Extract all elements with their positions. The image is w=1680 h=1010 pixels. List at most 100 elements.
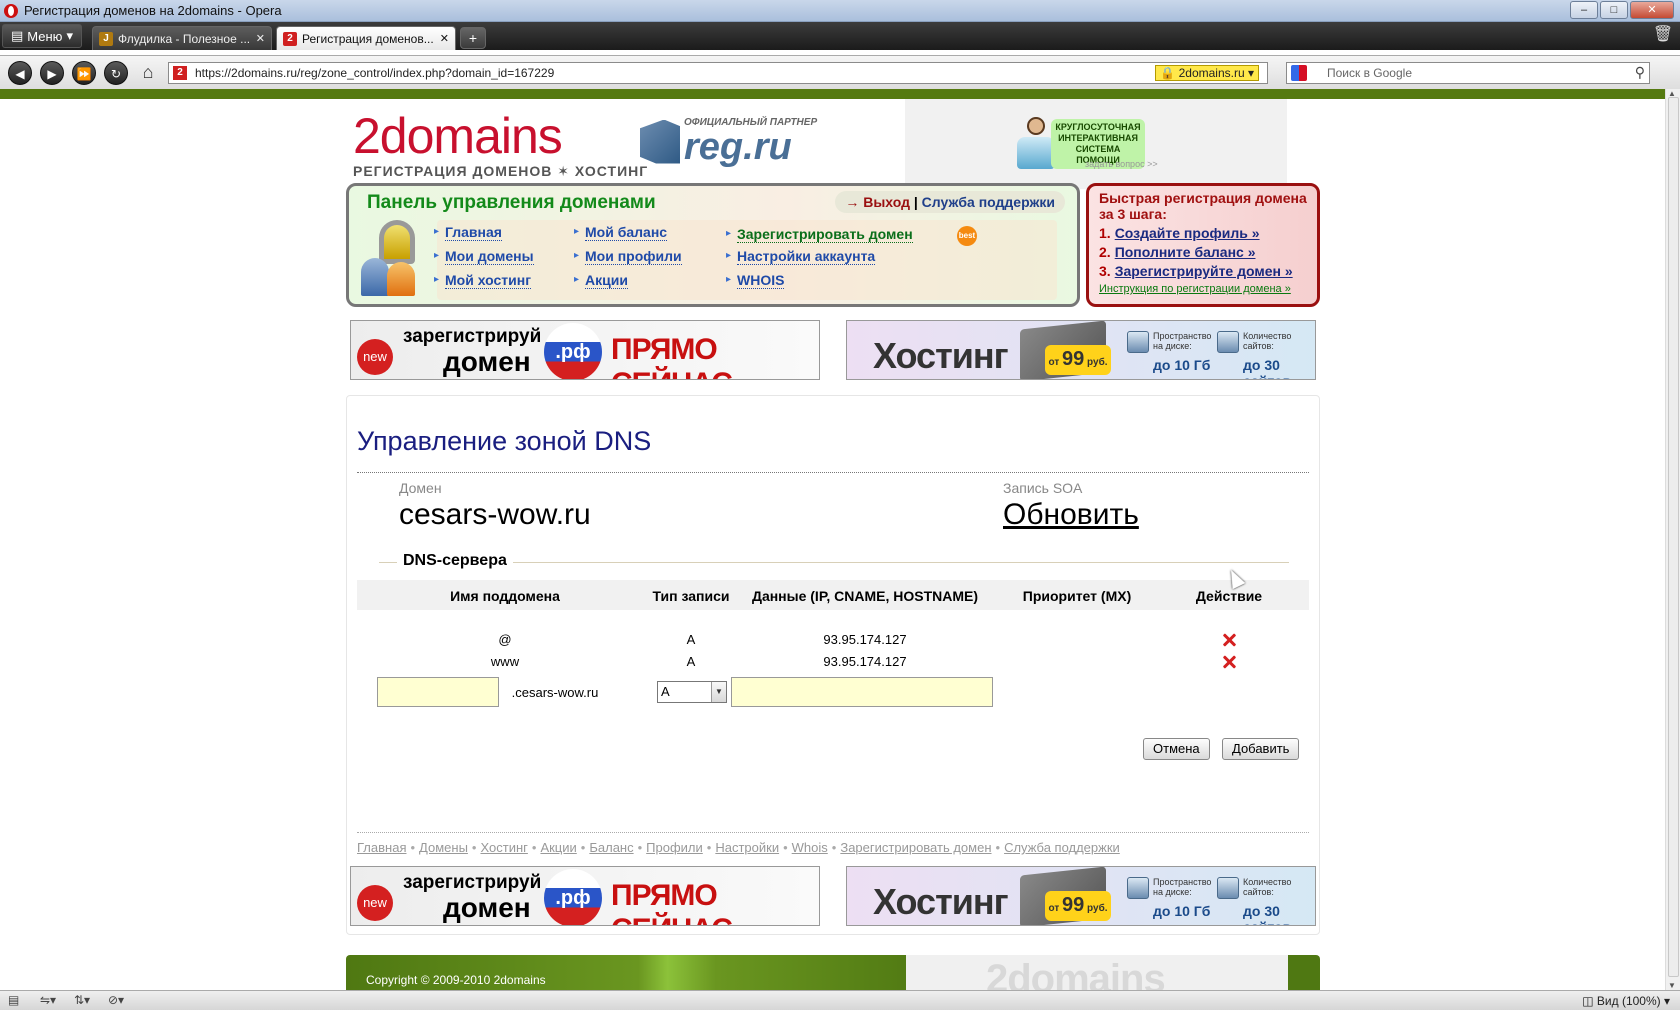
ask-question-link[interactable]: задать вопрос >>	[1085, 159, 1158, 169]
nav-home-link[interactable]: Главная	[434, 224, 502, 241]
trash-icon[interactable]: 🗑	[1652, 24, 1674, 46]
close-window-icon[interactable]: ✕	[1630, 1, 1674, 19]
logo-subtitle: РЕГИСТРАЦИЯ ДОМЕНОВ ✶ ХОСТИНГ	[353, 163, 649, 179]
col-type: Тип записи	[652, 588, 730, 604]
scrollbar-thumb[interactable]	[1668, 97, 1679, 977]
footer-link-balance[interactable]: Баланс	[589, 840, 633, 855]
secure-site-badge[interactable]: 🔒 2domains.ru ▾	[1155, 64, 1259, 81]
document-icon: ▤	[11, 28, 24, 43]
delete-record-icon[interactable]	[1222, 655, 1236, 669]
site-logo[interactable]: 2domains РЕГИСТРАЦИЯ ДОМЕНОВ ✶ ХОСТИНГ	[353, 111, 648, 180]
delete-record-icon[interactable]	[1222, 633, 1236, 647]
step-link[interactable]: Создайте профиль »	[1115, 225, 1260, 241]
step-link[interactable]: Зарегистрируйте домен »	[1115, 263, 1293, 279]
footer-link-whois[interactable]: Whois	[792, 840, 828, 855]
nav-promos-link[interactable]: Акции	[574, 272, 628, 289]
forward-icon[interactable]: ▶	[40, 60, 64, 85]
nav-hosting-link[interactable]: Мой хостинг	[434, 272, 532, 289]
quick-step-3[interactable]: 3. Зарегистрируйте домен »	[1099, 263, 1307, 279]
hosting-banner-bottom[interactable]: Хостинг от 99 руб. мес. Пространство на …	[846, 866, 1316, 926]
hosting-banner[interactable]: Хостинг от 99 руб. мес. Пространство на …	[846, 320, 1316, 380]
sites-icon	[1217, 877, 1239, 899]
cancel-button[interactable]: Отмена	[1143, 738, 1210, 760]
panel-toggle-icon[interactable]: ▤	[8, 993, 19, 1007]
search-input[interactable]: Поиск в Google ⚲	[1286, 61, 1650, 84]
footer-divider	[357, 832, 1309, 833]
close-tab-icon[interactable]: ✕	[440, 32, 449, 45]
window-titlebar: Регистрация доменов на 2domains - Opera …	[0, 0, 1680, 22]
footer-link-support[interactable]: Служба поддержки	[1004, 840, 1120, 855]
step-number: 2.	[1099, 244, 1111, 260]
footer-link-promos[interactable]: Акции	[540, 840, 576, 855]
domain-value: cesars-wow.ru	[399, 498, 591, 531]
sites-label: Количество сайтов:	[1243, 331, 1292, 351]
home-icon[interactable]: ⌂	[136, 61, 160, 85]
tab-label: Регистрация доменов...	[301, 31, 434, 46]
quick-step-2[interactable]: 2. Пополните баланс »	[1099, 244, 1307, 260]
disk-label: Пространство на диске:	[1153, 877, 1212, 897]
close-tab-icon[interactable]: ✕	[256, 32, 265, 45]
tab-2domains[interactable]: 2 Регистрация доменов... ✕	[275, 26, 456, 50]
footer-logo-watermark: 2domains	[986, 957, 1166, 990]
support-agent-icon[interactable]	[1017, 117, 1055, 169]
turbo-icon[interactable]: ⇋▾	[40, 993, 56, 1007]
back-icon[interactable]: ◀	[8, 60, 32, 85]
record-subdomain: @	[498, 632, 512, 647]
footer-link-settings[interactable]: Настройки	[715, 840, 779, 855]
nav-balance-link[interactable]: Мой баланс	[574, 224, 668, 241]
zoom-control[interactable]: ◫ Вид (100%) ▾	[1582, 994, 1670, 1008]
support-link[interactable]: Служба поддержки	[922, 194, 1055, 210]
maximize-icon[interactable]: □	[1600, 1, 1628, 19]
new-data-input[interactable]	[731, 677, 993, 707]
soa-refresh-link[interactable]: Обновить	[1003, 498, 1139, 532]
nav-profiles-link[interactable]: Мои профили	[574, 248, 682, 265]
col-data: Данные (IP, CNAME, HOSTNAME)	[751, 588, 979, 604]
footer-link-hosting[interactable]: Хостинг	[480, 840, 527, 855]
footer-link-home[interactable]: Главная	[357, 840, 406, 855]
step-link[interactable]: Пополните баланс »	[1115, 244, 1256, 260]
nav-account-link[interactable]: Настройки аккаунта	[726, 248, 876, 265]
record-type-select[interactable]: A ▼	[657, 681, 727, 703]
search-icon[interactable]: ⚲	[1635, 64, 1645, 81]
reload-icon[interactable]: ↻	[104, 60, 128, 85]
fast-forward-icon[interactable]: ⏩	[72, 60, 96, 85]
google-icon[interactable]	[1291, 64, 1307, 81]
add-button[interactable]: Добавить	[1222, 738, 1300, 760]
registration-instruction-link[interactable]: Инструкция по регистрации домена »	[1099, 283, 1307, 295]
banner-cta: ПРЯМО СЕЙЧАС	[611, 333, 733, 379]
address-input[interactable]: 2 https://2domains.ru/reg/zone_control/i…	[168, 61, 1268, 84]
block-content-icon[interactable]: ⊘▾	[108, 993, 124, 1007]
minimize-icon[interactable]: –	[1570, 1, 1598, 19]
rf-domain-banner[interactable]: new зарегистрируй домен .рф ПРЯМО СЕЙЧАС	[350, 320, 820, 380]
footer-separator: •	[706, 840, 712, 855]
new-tab-button[interactable]: +	[459, 27, 486, 49]
nav-register-link[interactable]: Зарегистрировать домен	[726, 226, 913, 243]
sites-spec: Количество сайтов: до 30 сайтов	[1217, 877, 1313, 925]
footer-logo-box: 2domains	[906, 955, 1288, 990]
best-badge: best	[957, 226, 977, 246]
price-value: 99	[1062, 894, 1085, 916]
quick-step-1[interactable]: 1. Создайте профиль »	[1099, 225, 1307, 241]
page-title: Управление зоной DNS	[357, 426, 652, 456]
footer-link-domains[interactable]: Домены	[419, 840, 468, 855]
opera-logo-icon	[4, 3, 18, 18]
scroll-down-icon[interactable]: ▼	[1668, 981, 1676, 990]
footer-link-profiles[interactable]: Профили	[646, 840, 703, 855]
partner-logo[interactable]: ОФИЦИАЛЬНЫЙ ПАРТНЕР reg.ru	[640, 117, 817, 166]
vertical-scrollbar[interactable]: ▲ ▼	[1665, 89, 1680, 990]
nav-whois-link[interactable]: WHOIS	[726, 272, 785, 289]
rf-domain-banner-bottom[interactable]: new зарегистрируй домен .рф ПРЯМО СЕЙЧАС	[350, 866, 820, 926]
record-subdomain: www	[490, 654, 520, 669]
step-number: 1.	[1099, 225, 1111, 241]
tab-fludilka[interactable]: J Флудилка - Полезное ... ✕	[91, 26, 272, 50]
new-subdomain-input[interactable]	[377, 677, 499, 707]
share-icon[interactable]: ⇅▾	[74, 993, 90, 1007]
logout-link[interactable]: → Выход	[845, 194, 910, 210]
record-type-selected: A	[661, 684, 670, 699]
chevron-down-icon[interactable]: ▼	[711, 682, 726, 702]
col-priority: Приоритет (MX)	[1022, 588, 1132, 604]
footer-link-register[interactable]: Зарегистрировать домен	[840, 840, 991, 855]
nav-domains-link[interactable]: Мои домены	[434, 248, 534, 265]
footer-separator: •	[783, 840, 788, 855]
menu-button[interactable]: ▤ Меню ▾	[2, 24, 82, 48]
